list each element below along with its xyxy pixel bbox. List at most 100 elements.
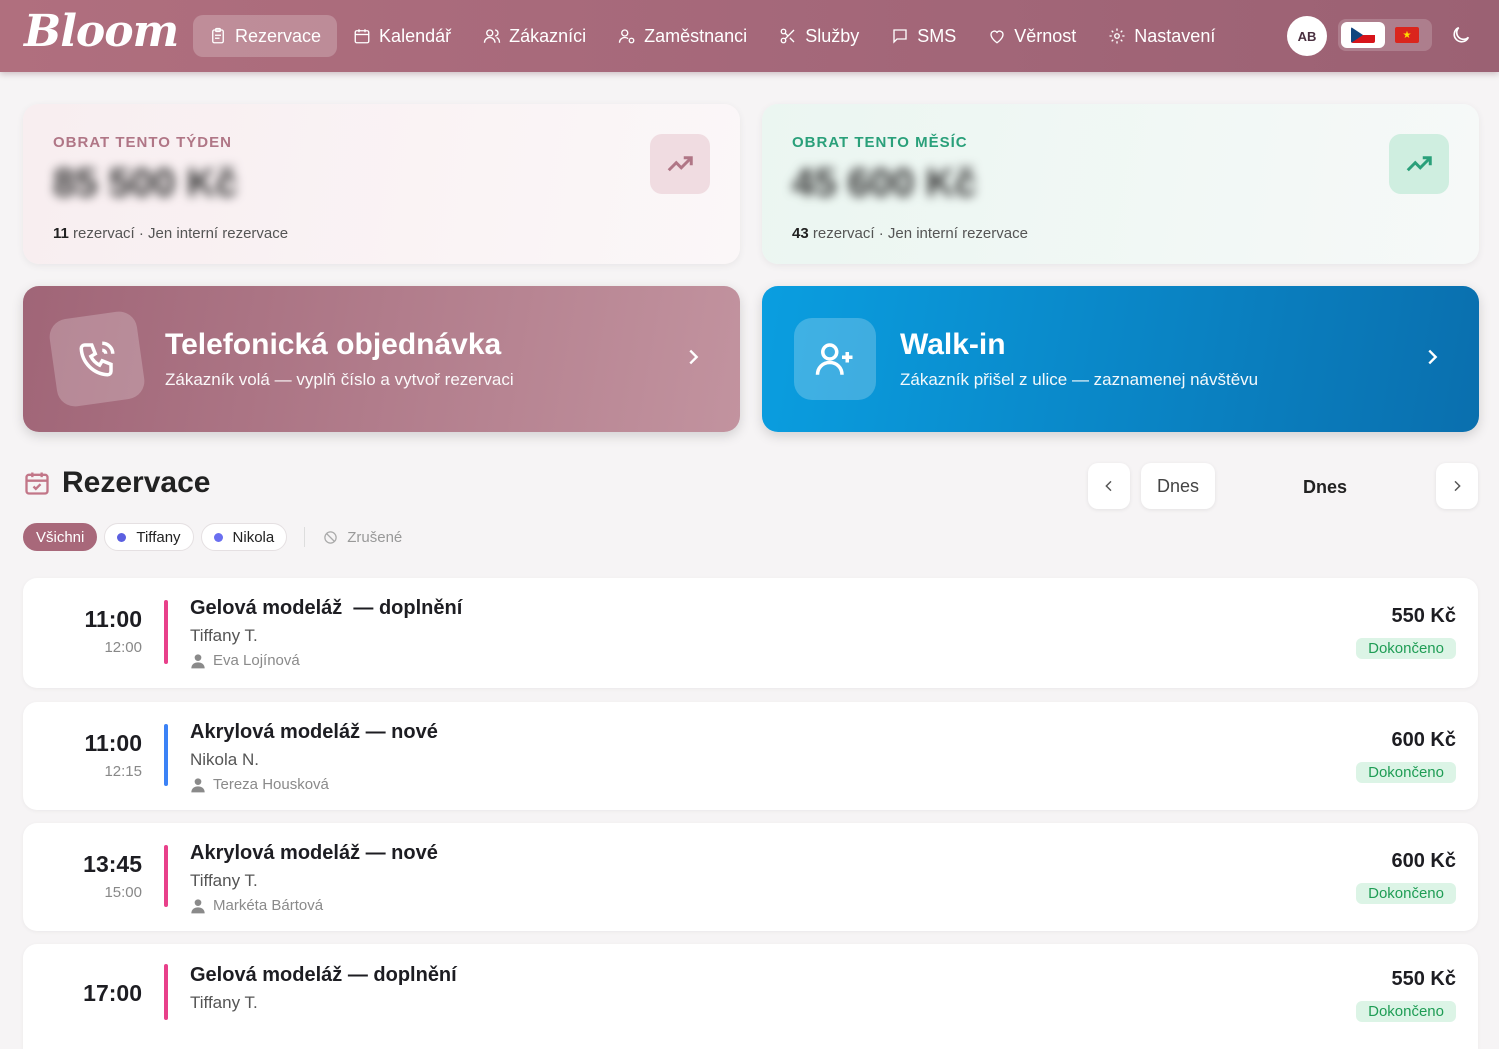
nav-item-label: Služby	[805, 25, 860, 46]
customer-name: Nikola N.	[190, 750, 259, 769]
heart-icon	[990, 30, 1004, 44]
chevron-right-icon	[682, 346, 704, 373]
phone-order-card[interactable]: Telefonická objednávka Zákazník volá — v…	[23, 286, 740, 432]
staff-filters: Všichni Tiffany Nikola Zrušené	[23, 523, 402, 551]
nav-item-rezervace[interactable]: Rezervace	[193, 15, 338, 57]
customer-name: Tiffany T.	[190, 871, 258, 890]
calendar-icon	[354, 29, 370, 44]
nav-item-label: Zákazníci	[509, 25, 587, 46]
stat-icon-box	[650, 134, 710, 194]
message-icon	[893, 29, 907, 44]
chevron-right-icon	[1454, 480, 1461, 492]
scissors-icon	[780, 28, 795, 44]
action-description: Zákazník přišel z ulice — zaznamenej náv…	[900, 370, 1259, 389]
lang-cz-button[interactable]	[1341, 22, 1385, 48]
staff-row: Tereza Housková	[190, 776, 438, 793]
current-date-label: Dnes	[1302, 477, 1347, 497]
filter-staff-nikola[interactable]: Nikola	[200, 523, 288, 551]
customer-name: Tiffany T.	[190, 993, 258, 1012]
stat-count-suffix: rezervací · Jen interní rezervace	[68, 225, 289, 242]
reservation-time: 13:45 15:00	[83, 851, 142, 901]
walk-in-card[interactable]: Walk-in Zákazník přišel z ulice — zaznam…	[762, 286, 1479, 432]
ban-icon	[324, 530, 337, 544]
phone-call-icon	[79, 341, 115, 377]
staff-color-dot	[117, 532, 127, 542]
chevron-right-icon	[1421, 346, 1443, 373]
person-icon	[191, 653, 205, 668]
nav-item-label: SMS	[917, 25, 957, 46]
reservation-summary: 550 Kč Dokončeno	[1356, 605, 1456, 659]
filter-divider	[304, 527, 306, 547]
staff-color-dot	[213, 532, 223, 542]
filter-all[interactable]: Všichni	[23, 523, 98, 551]
action-title: Walk-in	[900, 328, 1006, 361]
stat-card-week: OBRAT TENTO TÝDEN 85 500 Kč 11 rezervací…	[23, 104, 740, 264]
stat-subtext: 43 rezervací · Jen interní rezervace	[792, 225, 1449, 242]
reservation-summary: 550 Kč Dokončeno	[1356, 968, 1456, 1022]
theme-toggle-button[interactable]	[1450, 24, 1474, 48]
stat-icon-box	[1389, 134, 1449, 194]
main-nav: Rezervace Kalendář Zákazníci Zaměstnanci…	[193, 15, 1231, 57]
stat-value: 45 600 Kč	[792, 161, 977, 205]
nav-item-vernost[interactable]: Věrnost	[972, 15, 1092, 57]
filter-staff-tiffany[interactable]: Tiffany	[104, 523, 194, 551]
time-end: 15:00	[104, 884, 142, 901]
nav-item-label: Rezervace	[235, 25, 322, 46]
language-switch: ★	[1338, 19, 1432, 51]
moon-icon	[1453, 26, 1470, 43]
bloom-logo[interactable]: Bloom	[24, 6, 179, 57]
czech-flag-icon	[1351, 27, 1375, 43]
reservation-time: 11:00 12:15	[84, 730, 142, 780]
nav-item-nastaveni[interactable]: Nastavení	[1092, 15, 1231, 57]
reservation-price: 550 Kč	[1391, 605, 1457, 627]
time-start: 13:45	[83, 851, 142, 877]
service-name: Akrylová modeláž — nové	[190, 721, 438, 743]
status-badge: Dokončeno	[1356, 762, 1456, 783]
lang-vn-button[interactable]: ★	[1385, 22, 1429, 48]
reservation-row[interactable]: 13:45 15:00 Akrylová modeláž — nové Tiff…	[23, 823, 1478, 931]
nav-item-label: Věrnost	[1014, 25, 1077, 46]
gear-icon	[1109, 28, 1125, 44]
reservation-info: Akrylová modeláž — nové Tiffany T. Marké…	[190, 842, 438, 914]
reservation-time: 17:00	[83, 980, 142, 1007]
top-navbar: Bloom Rezervace Kalendář Zákazníci Zaměs…	[0, 0, 1499, 72]
prev-day-button[interactable]	[1088, 463, 1130, 509]
chevron-left-icon	[1105, 480, 1112, 492]
stat-count-suffix: rezervací · Jen interní rezervace	[808, 225, 1028, 242]
vietnam-flag-icon: ★	[1395, 27, 1419, 43]
reservation-summary: 600 Kč Dokončeno	[1356, 729, 1456, 783]
staff-color-bar	[164, 600, 168, 664]
reservation-info: Gelová modeláž — doplnění Tiffany T.	[190, 964, 457, 1013]
customer-name: Tiffany T.	[190, 626, 258, 645]
filter-cancelled[interactable]: Zrušené	[323, 529, 402, 546]
reservation-row[interactable]: 11:00 12:00 Gelová modeláž — doplnění Ti…	[23, 578, 1478, 688]
nav-item-sluzby[interactable]: Služby	[763, 15, 875, 57]
nav-item-sms[interactable]: SMS	[875, 15, 972, 57]
action-icon-box	[47, 309, 147, 409]
service-name: Gelová modeláž — doplnění	[190, 597, 463, 619]
action-text: Telefonická objednávka Zákazník volá — v…	[165, 328, 514, 390]
user-gear-icon	[618, 29, 635, 44]
user-avatar[interactable]: AB	[1287, 16, 1327, 56]
filter-label: Zrušené	[347, 528, 403, 546]
staff-name: Markéta Bártová	[213, 897, 324, 914]
time-start: 17:00	[83, 980, 142, 1006]
reservation-row[interactable]: 11:00 12:15 Akrylová modeláž — nové Niko…	[23, 702, 1478, 810]
nav-item-zakaznici[interactable]: Zákazníci	[467, 15, 602, 57]
filter-label: Tiffany	[136, 528, 181, 546]
staff-color-bar	[164, 724, 168, 786]
stat-label: OBRAT TENTO MĚSÍC	[792, 134, 968, 151]
next-day-button[interactable]	[1436, 463, 1478, 509]
staff-name: Tereza Housková	[213, 776, 329, 793]
today-button[interactable]: Dnes	[1141, 463, 1215, 509]
user-plus-icon	[815, 343, 853, 375]
nav-item-zamestnanci[interactable]: Zaměstnanci	[602, 15, 763, 57]
nav-item-kalendar[interactable]: Kalendář	[337, 15, 467, 57]
service-name: Gelová modeláž — doplnění	[190, 964, 457, 986]
staff-name: Eva Lojínová	[213, 652, 300, 669]
reservation-info: Gelová modeláž — doplnění Tiffany T. Eva…	[190, 597, 462, 669]
page-title: Rezervace	[62, 466, 211, 499]
reservation-row[interactable]: 17:00 Gelová modeláž — doplnění Tiffany …	[23, 944, 1478, 1049]
reservation-price: 600 Kč	[1391, 729, 1457, 751]
time-start: 11:00	[84, 606, 142, 632]
